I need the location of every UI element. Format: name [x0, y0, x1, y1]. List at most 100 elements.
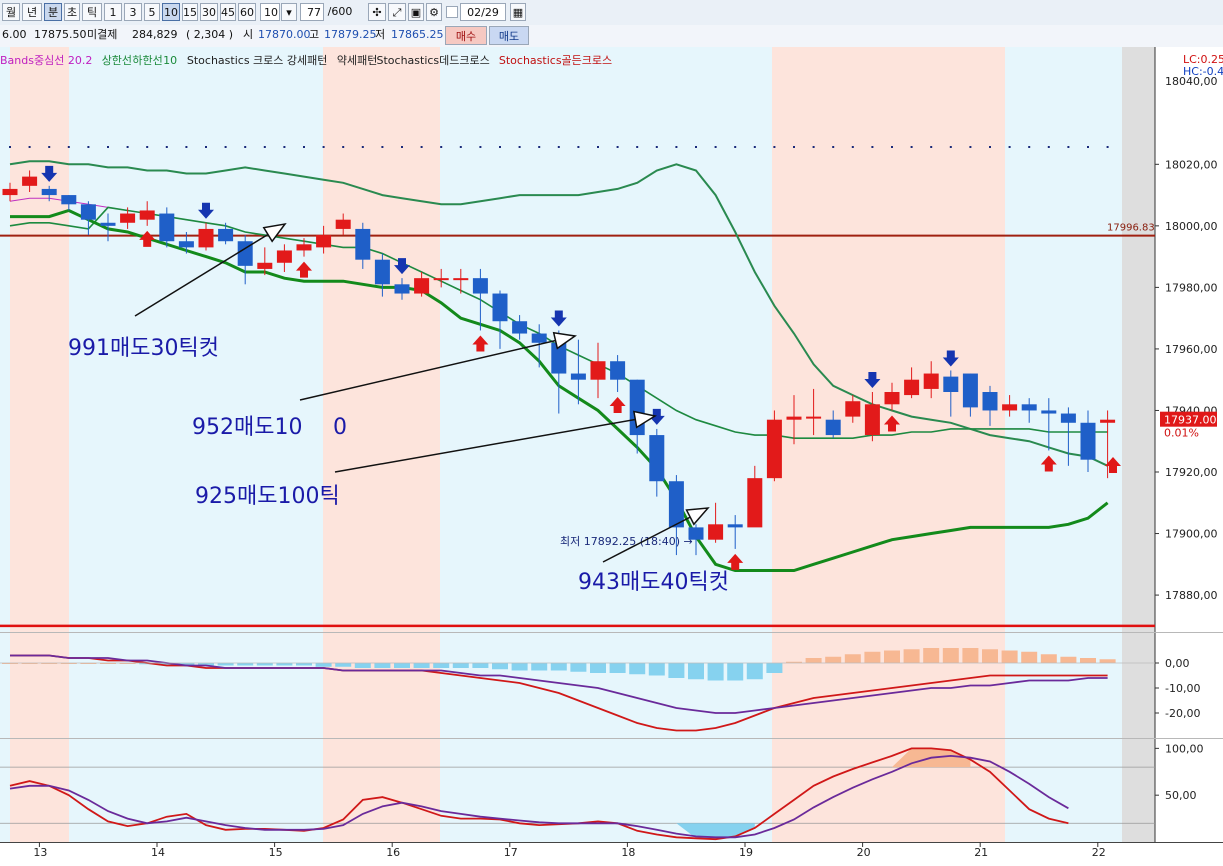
interval-input[interactable]: 10	[260, 3, 280, 21]
sell-button[interactable]: 매도	[489, 26, 529, 45]
count-input[interactable]: 77	[300, 3, 324, 21]
candle	[1080, 422, 1096, 460]
candle	[414, 278, 430, 294]
candle	[1021, 404, 1037, 411]
candle	[923, 373, 939, 389]
candle	[943, 376, 959, 392]
candle	[120, 213, 136, 223]
dot-marker	[949, 146, 952, 148]
period-button-10[interactable]: 30	[200, 3, 218, 21]
oi-change: ( 2,304 )	[186, 28, 234, 41]
candle	[316, 235, 332, 248]
period-button-4[interactable]: 틱	[82, 3, 102, 21]
macd-histogram-bar	[374, 663, 391, 668]
period-button-3[interactable]: 초	[64, 3, 80, 21]
legend-item-1: 상한선	[102, 54, 132, 67]
period-button-8[interactable]: 10	[162, 3, 180, 21]
annotation-0: 991매도30틱컷	[68, 336, 219, 361]
date-input[interactable]: 02/29	[460, 3, 506, 21]
macd-histogram-bar	[668, 663, 685, 678]
open-label: 시	[243, 28, 254, 41]
macd-histogram-bar	[688, 663, 704, 680]
hline-label: 17996.83	[1107, 223, 1155, 234]
x-tick-label: 17	[504, 846, 518, 859]
current-pct-text: 0.01%	[1164, 427, 1199, 440]
annotation-1: 952매도10	[192, 415, 302, 440]
period-button-0[interactable]: 월	[2, 3, 20, 21]
dot-marker	[734, 146, 737, 148]
price-tick-label: 17980,00	[1165, 281, 1218, 294]
dot-marker	[87, 146, 90, 148]
candle	[590, 361, 606, 380]
zoom-icon[interactable]: ⤢	[388, 3, 406, 21]
candle	[806, 416, 822, 419]
candle	[570, 373, 586, 380]
calendar-icon[interactable]: ▦	[510, 3, 526, 21]
period-button-9[interactable]: 15	[182, 3, 198, 21]
candle	[61, 195, 77, 205]
dot-marker	[812, 146, 815, 148]
period-button-6[interactable]: 3	[124, 3, 142, 21]
candle	[100, 222, 116, 226]
dot-marker	[1067, 146, 1070, 148]
x-tick-label: 18	[621, 846, 635, 859]
dot-marker	[773, 146, 776, 148]
period-button-2[interactable]: 분	[44, 3, 62, 21]
crosshair-icon[interactable]: ✣	[368, 3, 386, 21]
candle	[766, 419, 782, 479]
dot-marker	[479, 146, 482, 148]
candle	[1100, 419, 1116, 423]
price-tick-label-top: 18040,00	[1165, 75, 1218, 88]
save-icon[interactable]: ▣	[408, 3, 424, 21]
dot-marker	[440, 146, 443, 148]
macd-histogram-bar	[590, 663, 606, 673]
macd-histogram-bar	[452, 663, 469, 668]
candle	[22, 176, 38, 186]
dot-marker	[1028, 146, 1031, 148]
macd-histogram-bar	[609, 663, 626, 673]
period-button-12[interactable]: 60	[238, 3, 256, 21]
macd-histogram-bar	[825, 656, 842, 663]
macd-histogram-bar	[648, 663, 665, 676]
dot-marker	[342, 146, 345, 148]
buy-button[interactable]: 매수	[445, 26, 487, 45]
candle	[335, 219, 351, 229]
period-button-11[interactable]: 45	[220, 3, 236, 21]
candle	[472, 278, 488, 294]
open-interest-label: 미결제	[87, 28, 118, 41]
right-gutter	[1122, 47, 1155, 842]
settings-gear-icon[interactable]: ⚙	[426, 3, 442, 21]
dot-marker	[126, 146, 129, 148]
period-button-7[interactable]: 5	[144, 3, 160, 21]
dot-marker	[28, 146, 31, 148]
candle	[257, 262, 273, 269]
macd-histogram-bar	[923, 648, 940, 663]
annotation-2: 0	[333, 415, 347, 440]
candle	[786, 416, 802, 420]
candle	[296, 244, 312, 251]
dot-marker	[538, 146, 541, 148]
session-band	[0, 47, 10, 842]
period-button-5[interactable]: 1	[104, 3, 122, 21]
dot-marker	[420, 146, 423, 148]
macd-histogram-bar	[472, 663, 489, 668]
price-tick-label: 17880,00	[1165, 589, 1218, 602]
session-band	[10, 47, 69, 842]
dot-marker	[361, 146, 364, 148]
candle	[825, 419, 841, 436]
legend-item-2: 하한선	[132, 53, 162, 67]
macd-tick-label: -10,00	[1165, 682, 1200, 695]
interval-dropdown-icon[interactable]: ▾	[281, 3, 297, 21]
period-button-1[interactable]: 년	[22, 3, 42, 21]
macd-histogram-bar	[844, 654, 861, 663]
macd-histogram-bar	[1060, 656, 1077, 663]
macd-histogram-bar	[492, 663, 508, 670]
session-band	[772, 47, 1005, 842]
checkbox[interactable]	[446, 6, 458, 18]
candle	[433, 278, 449, 281]
macd-histogram-bar	[727, 663, 744, 681]
macd-histogram-bar	[1080, 658, 1096, 663]
open-interest: 284,829	[132, 28, 178, 41]
macd-histogram-bar	[1021, 651, 1038, 663]
dot-marker	[459, 146, 462, 148]
